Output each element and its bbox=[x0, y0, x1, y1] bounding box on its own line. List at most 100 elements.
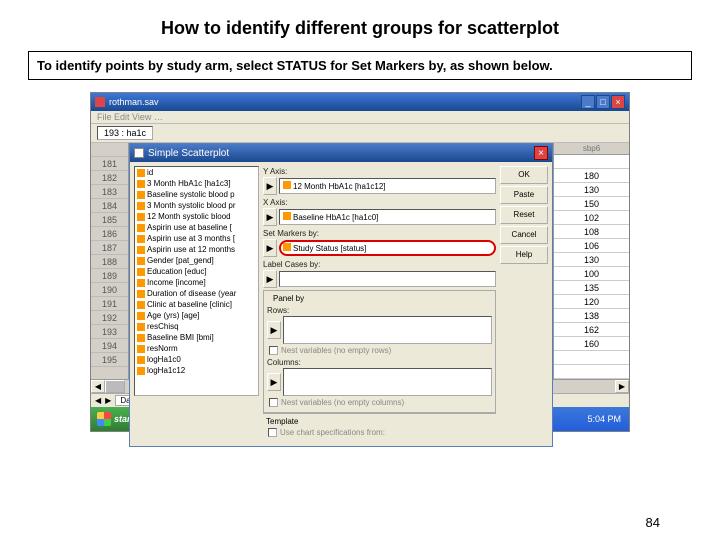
data-cell[interactable]: 160 bbox=[554, 337, 629, 351]
instruction-text: To identify points by study arm, select … bbox=[28, 51, 692, 80]
variable-list[interactable]: id3 Month HbA1c [ha1c3]Baseline systolic… bbox=[134, 166, 259, 396]
labelcases-label: Label Cases by: bbox=[263, 259, 496, 270]
yaxis-move-button[interactable]: ▶ bbox=[263, 177, 277, 195]
app-icon bbox=[95, 97, 105, 107]
rows-input[interactable] bbox=[283, 316, 492, 344]
variable-item[interactable]: Income [income] bbox=[135, 277, 258, 288]
column-header: sbp6 bbox=[554, 143, 629, 155]
cols-move-button[interactable]: ▶ bbox=[267, 373, 281, 391]
variable-item[interactable]: 3 Month systolic blood pr bbox=[135, 200, 258, 211]
menu-bar[interactable]: File Edit View … bbox=[91, 111, 629, 124]
slide-title: How to identify different groups for sca… bbox=[0, 0, 720, 51]
dialog-title: Simple Scatterplot bbox=[148, 148, 229, 159]
template-check-label: Use chart specifications from: bbox=[280, 428, 385, 437]
xaxis-move-button[interactable]: ▶ bbox=[263, 208, 277, 226]
row-number: 184 bbox=[91, 199, 128, 213]
row-number: 181 bbox=[91, 157, 128, 171]
variable-item[interactable]: resChisq bbox=[135, 321, 258, 332]
markers-input[interactable]: Study Status [status] bbox=[279, 240, 496, 256]
markers-label: Set Markers by: bbox=[263, 228, 496, 239]
variable-item[interactable]: Baseline systolic blood p bbox=[135, 189, 258, 200]
row-number: 191 bbox=[91, 297, 128, 311]
page-number: 84 bbox=[646, 515, 660, 530]
yaxis-input[interactable]: 12 Month HbA1c [ha1c12] bbox=[279, 178, 496, 194]
data-cell[interactable]: 162 bbox=[554, 323, 629, 337]
cols-input[interactable] bbox=[283, 368, 492, 396]
maximize-button[interactable]: □ bbox=[596, 95, 610, 109]
row-headers: 1811821831841851861871881891901911921931… bbox=[91, 143, 129, 379]
template-checkbox[interactable] bbox=[268, 428, 277, 437]
row-number: 194 bbox=[91, 339, 128, 353]
variable-item[interactable]: Gender [pat_gend] bbox=[135, 255, 258, 266]
window-controls[interactable]: _ □ × bbox=[581, 95, 625, 109]
data-column: sbp6 18013015010210810613010013512013816… bbox=[553, 143, 629, 379]
reset-button[interactable]: Reset bbox=[500, 206, 548, 224]
variable-item[interactable]: 12 Month systolic blood bbox=[135, 211, 258, 222]
xaxis-label: X Axis: bbox=[263, 197, 496, 208]
data-cell[interactable]: 180 bbox=[554, 169, 629, 183]
variable-item[interactable]: id bbox=[135, 167, 258, 178]
scroll-left-icon[interactable]: ◀ bbox=[91, 380, 105, 393]
variable-item[interactable]: Baseline BMI [bmi] bbox=[135, 332, 258, 343]
screenshot-container: rothman.sav _ □ × File Edit View … 193 :… bbox=[90, 92, 630, 432]
nest-rows-label: Nest variables (no empty rows) bbox=[281, 346, 391, 355]
help-button[interactable]: Help bbox=[500, 246, 548, 264]
variable-item[interactable]: 3 Month HbA1c [ha1c3] bbox=[135, 178, 258, 189]
data-cell[interactable]: 130 bbox=[554, 253, 629, 267]
data-cell[interactable] bbox=[554, 365, 629, 379]
row-number: 192 bbox=[91, 311, 128, 325]
row-number: 186 bbox=[91, 227, 128, 241]
variable-item[interactable]: Education [educ] bbox=[135, 266, 258, 277]
close-button[interactable]: × bbox=[611, 95, 625, 109]
rows-move-button[interactable]: ▶ bbox=[267, 321, 281, 339]
labelcases-move-button[interactable]: ▶ bbox=[263, 270, 277, 288]
dialog-titlebar: Simple Scatterplot × bbox=[130, 144, 552, 162]
paste-button[interactable]: Paste bbox=[500, 186, 548, 204]
scroll-thumb[interactable] bbox=[105, 380, 125, 393]
data-cell[interactable] bbox=[554, 351, 629, 365]
dialog-icon bbox=[134, 148, 144, 158]
row-number: 187 bbox=[91, 241, 128, 255]
variable-item[interactable]: Aspirin use at baseline [ bbox=[135, 222, 258, 233]
toolbar: 193 : ha1c bbox=[91, 124, 629, 143]
nest-cols-label: Nest variables (no empty columns) bbox=[281, 398, 404, 407]
xaxis-input[interactable]: Baseline HbA1c [ha1c0] bbox=[279, 209, 496, 225]
data-cell[interactable]: 100 bbox=[554, 267, 629, 281]
spss-window: rothman.sav _ □ × File Edit View … 193 :… bbox=[90, 92, 630, 432]
nest-cols-checkbox[interactable] bbox=[269, 398, 278, 407]
variable-item[interactable]: Age (yrs) [age] bbox=[135, 310, 258, 321]
ok-button[interactable]: OK bbox=[500, 166, 548, 184]
data-cell[interactable]: 130 bbox=[554, 183, 629, 197]
variable-item[interactable]: Aspirin use at 12 months bbox=[135, 244, 258, 255]
variable-item[interactable]: logHa1c12 bbox=[135, 365, 258, 376]
nest-rows-checkbox[interactable] bbox=[269, 346, 278, 355]
variable-item[interactable]: resNorm bbox=[135, 343, 258, 354]
cell-reference: 193 : ha1c bbox=[97, 126, 153, 140]
data-cell[interactable] bbox=[554, 155, 629, 169]
rows-label: Rows: bbox=[267, 305, 492, 316]
data-cell[interactable]: 135 bbox=[554, 281, 629, 295]
variable-item[interactable]: Clinic at baseline [clinic] bbox=[135, 299, 258, 310]
row-number: 183 bbox=[91, 185, 128, 199]
variable-item[interactable]: Aspirin use at 3 months [ bbox=[135, 233, 258, 244]
panel-label: Panel by bbox=[271, 294, 306, 303]
data-cell[interactable]: 138 bbox=[554, 309, 629, 323]
variable-item[interactable]: logHa1c0 bbox=[135, 354, 258, 365]
cancel-button[interactable]: Cancel bbox=[500, 226, 548, 244]
row-number bbox=[91, 143, 128, 157]
yaxis-label: Y Axis: bbox=[263, 166, 496, 177]
close-icon[interactable]: × bbox=[534, 146, 548, 160]
data-cell[interactable]: 120 bbox=[554, 295, 629, 309]
data-cell[interactable]: 108 bbox=[554, 225, 629, 239]
variable-item[interactable]: Duration of disease (year bbox=[135, 288, 258, 299]
app-filename: rothman.sav bbox=[109, 97, 159, 107]
markers-move-button[interactable]: ▶ bbox=[263, 239, 277, 257]
data-cell[interactable]: 106 bbox=[554, 239, 629, 253]
minimize-button[interactable]: _ bbox=[581, 95, 595, 109]
data-cell[interactable]: 150 bbox=[554, 197, 629, 211]
data-cell[interactable]: 102 bbox=[554, 211, 629, 225]
row-number: 193 bbox=[91, 325, 128, 339]
scroll-right-icon[interactable]: ▶ bbox=[615, 380, 629, 393]
labelcases-input[interactable] bbox=[279, 271, 496, 287]
system-clock: 5:04 PM bbox=[579, 414, 629, 424]
